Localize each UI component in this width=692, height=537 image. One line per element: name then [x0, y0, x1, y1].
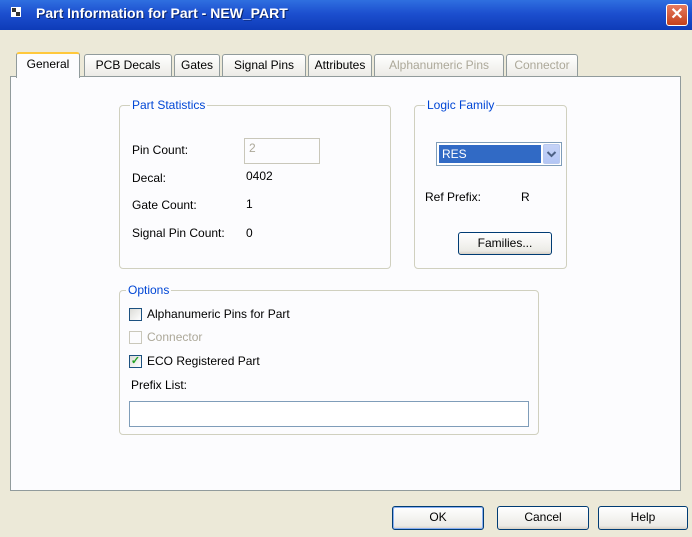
- decal-value: 0402: [246, 169, 273, 183]
- logic-family-title: Logic Family: [425, 98, 497, 112]
- ref-prefix-label: Ref Prefix:: [425, 190, 482, 204]
- signal-pin-count-label: Signal Pin Count:: [132, 226, 225, 240]
- close-icon[interactable]: ✕: [666, 4, 688, 26]
- options-title: Options: [126, 283, 172, 297]
- pin-count-label: Pin Count:: [132, 143, 189, 157]
- tab-pcb-decals[interactable]: PCB Decals: [84, 54, 172, 76]
- connector-checkbox: [129, 331, 142, 344]
- gate-count-value: 1: [246, 197, 253, 211]
- part-statistics-title: Part Statistics: [130, 98, 208, 112]
- families-button[interactable]: Families...: [458, 232, 552, 255]
- ref-prefix-value: R: [521, 190, 530, 204]
- decal-label: Decal:: [132, 171, 167, 185]
- help-button[interactable]: Help: [598, 506, 688, 530]
- gate-count-label: Gate Count:: [132, 198, 197, 212]
- app-icon: [10, 6, 22, 18]
- tab-general[interactable]: General: [16, 52, 80, 78]
- pin-count-field: 2: [244, 138, 320, 164]
- options-group: Options Alphanumeric Pins for Part Conne…: [119, 283, 539, 435]
- tab-signal-pins[interactable]: Signal Pins: [222, 54, 306, 76]
- logic-family-selected: RES: [439, 145, 541, 163]
- eco-registered-checkbox[interactable]: ✓: [129, 355, 142, 368]
- pin-count-value: 2: [249, 141, 256, 155]
- prefix-list-label: Prefix List:: [131, 378, 188, 392]
- ok-button[interactable]: OK: [392, 506, 484, 530]
- alphanumeric-pins-checkbox[interactable]: [129, 308, 142, 321]
- tab-connector: Connector: [506, 54, 578, 76]
- tab-attributes[interactable]: Attributes: [308, 54, 372, 76]
- cancel-button[interactable]: Cancel: [497, 506, 589, 530]
- logic-family-select[interactable]: RES: [436, 142, 562, 166]
- prefix-list-input[interactable]: [129, 401, 529, 427]
- signal-pin-count-value: 0: [246, 226, 253, 240]
- eco-registered-label[interactable]: ECO Registered Part: [147, 354, 260, 368]
- title-bar[interactable]: Part Information for Part - NEW_PART ✕: [0, 0, 692, 30]
- connector-label: Connector: [147, 330, 203, 344]
- tab-gates[interactable]: Gates: [174, 54, 220, 76]
- tab-panel-general: Part Statistics Pin Count: 2 Decal: 0402…: [10, 76, 681, 491]
- window-title: Part Information for Part - NEW_PART: [36, 5, 288, 21]
- alphanumeric-pins-label[interactable]: Alphanumeric Pins for Part: [147, 307, 290, 321]
- part-statistics-group: Part Statistics Pin Count: 2 Decal: 0402…: [119, 98, 391, 269]
- logic-family-group: Logic Family RES Ref Prefix: R Families.…: [414, 98, 567, 269]
- tab-alphanumeric-pins: Alphanumeric Pins: [374, 54, 504, 76]
- chevron-down-icon[interactable]: [543, 144, 560, 164]
